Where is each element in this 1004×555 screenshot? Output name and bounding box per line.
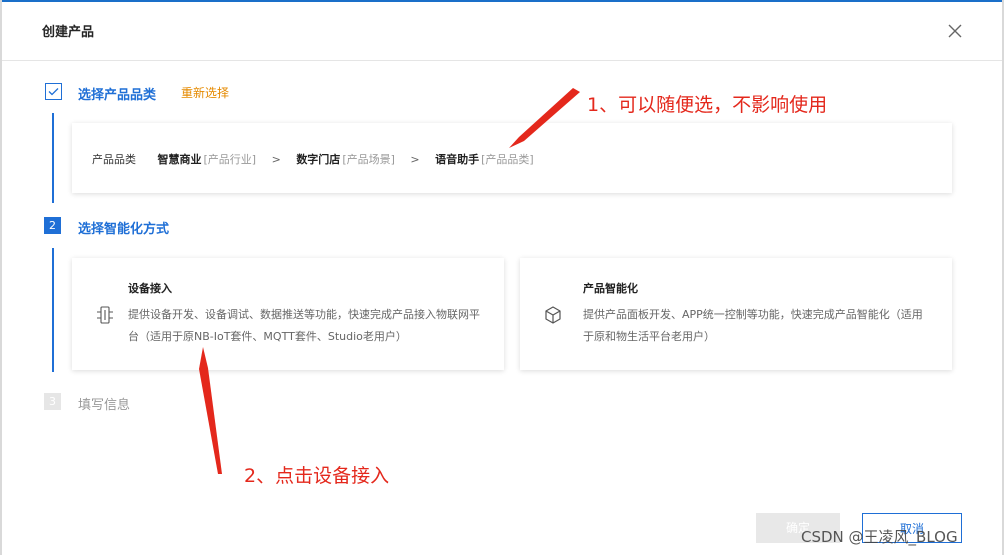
cube-icon	[545, 306, 561, 324]
window-top-border	[0, 0, 1004, 2]
method-title-device-access: 设备接入	[128, 282, 172, 295]
category-industry: 智慧商业	[157, 153, 202, 166]
annotation-note-2: 2、点击设备接入	[244, 465, 390, 487]
step-3-title: 填写信息	[78, 398, 131, 413]
category-breadcrumb: 产品品类 智慧商业 [产品行业] > 数字门店 [产品场景] > 语音助手 [产品品类…	[92, 151, 534, 167]
step-1-connector	[52, 113, 54, 203]
category-label: 产品品类	[92, 153, 136, 166]
step-2-connector	[52, 248, 54, 372]
category-type-tag: [产品品类]	[481, 153, 534, 166]
step-2-title: 选择智能化方式	[78, 222, 170, 237]
reselect-link[interactable]: 重新选择	[181, 84, 229, 101]
category-industry-tag: [产品行业]	[203, 153, 257, 166]
method-card-product-smart[interactable]: 产品智能化 提供产品面板开发、APP统一控制等功能，快速完成产品智能化（适用于原…	[520, 258, 952, 370]
breadcrumb-separator: >	[271, 153, 281, 166]
step-2-number: 2	[44, 217, 61, 234]
step-3-number: 3	[44, 393, 61, 410]
breadcrumb-separator: >	[410, 153, 420, 166]
close-icon[interactable]	[944, 20, 966, 42]
category-scene: 数字门店	[296, 153, 341, 166]
method-title-product-smart: 产品智能化	[583, 282, 638, 295]
method-card-device-access[interactable]: 设备接入 提供设备开发、设备调试、数据推送等功能，快速完成产品接入物联网平台（适…	[72, 258, 504, 370]
method-desc-device-access: 提供设备开发、设备调试、数据推送等功能，快速完成产品接入物联网平台（适用于原NB…	[128, 308, 480, 343]
window-left-border	[0, 0, 2, 555]
step-1-title: 选择产品品类	[78, 88, 157, 103]
category-card: 产品品类 智慧商业 [产品行业] > 数字门店 [产品场景] > 语音助手 [产品品类…	[72, 123, 952, 193]
header-divider	[2, 60, 1002, 61]
step-1-check-icon	[45, 83, 62, 100]
category-type: 语音助手	[435, 153, 480, 166]
category-scene-tag: [产品场景]	[342, 153, 395, 166]
annotation-note-1: 1、可以随便选，不影响使用	[587, 94, 828, 116]
watermark: CSDN @王凌风_BLOG	[801, 528, 958, 546]
method-desc-product-smart: 提供产品面板开发、APP统一控制等功能，快速完成产品智能化（适用于原和物生活平台…	[583, 308, 923, 343]
dialog-title: 创建产品	[42, 25, 95, 40]
device-access-icon	[97, 306, 113, 324]
